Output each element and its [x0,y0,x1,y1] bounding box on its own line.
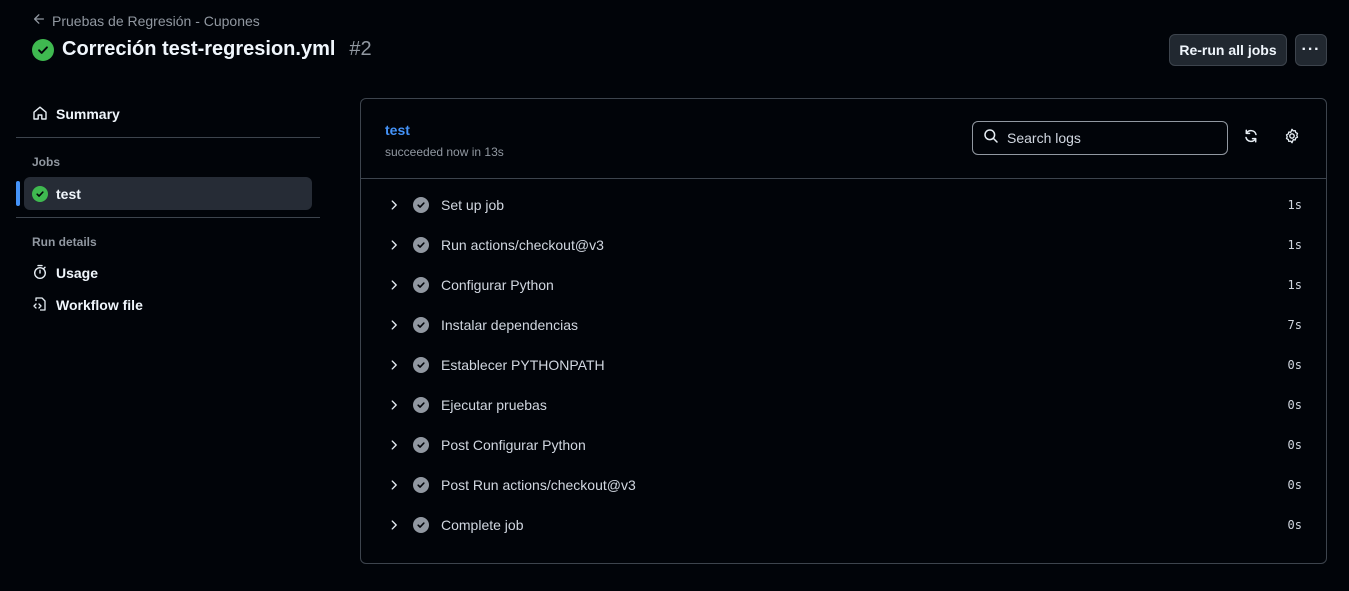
file-code-icon [32,296,48,315]
sync-icon [1243,128,1259,149]
job-step-row[interactable]: Configurar Python 1s [361,265,1326,305]
step-name: Post Run actions/checkout@v3 [441,477,636,493]
search-icon [983,128,999,149]
step-success-check-icon [413,397,429,413]
sidebar-item-label: test [56,185,81,202]
chevron-right-icon[interactable] [387,278,401,292]
chevron-right-icon[interactable] [387,318,401,332]
job-step-row[interactable]: Complete job 0s [361,505,1326,545]
settings-button[interactable] [1282,128,1302,148]
chevron-right-icon[interactable] [387,238,401,252]
sidebar-divider [16,217,320,218]
chevron-right-icon[interactable] [387,358,401,372]
step-name: Instalar dependencias [441,317,578,333]
step-success-check-icon [413,197,429,213]
home-icon [32,105,48,124]
sidebar-item-workflow-file[interactable]: Workflow file [16,289,320,321]
job-step-row[interactable]: Post Run actions/checkout@v3 0s [361,465,1326,505]
step-success-check-icon [413,437,429,453]
sidebar-item-summary[interactable]: Summary [16,98,320,130]
sidebar-item-label: Workflow file [56,297,143,313]
step-success-check-icon [413,357,429,373]
step-duration: 0s [1287,518,1302,532]
more-options-button[interactable]: ··· [1295,34,1327,66]
step-name: Post Configurar Python [441,437,586,453]
step-duration: 0s [1287,438,1302,452]
step-duration: 0s [1287,358,1302,372]
chevron-right-icon[interactable] [387,478,401,492]
step-success-check-icon [413,317,429,333]
job-panel: test succeeded now in 13s Set up [360,98,1327,564]
step-name: Complete job [441,517,524,533]
page-title: Correción test-regresion.yml [62,38,336,60]
rerun-all-jobs-button[interactable]: Re-run all jobs [1169,34,1287,66]
kebab-horizontal-icon: ··· [1301,41,1321,58]
page-title-row: Correción test-regresion.yml #2 [32,38,372,61]
jobs-heading: Jobs [32,155,61,169]
search-logs-field[interactable] [972,121,1228,155]
job-step-row[interactable]: Post Configurar Python 0s [361,425,1326,465]
chevron-right-icon[interactable] [387,518,401,532]
job-step-row[interactable]: Set up job 1s [361,185,1326,225]
step-name: Configurar Python [441,277,554,293]
gear-icon [1284,128,1300,149]
selected-indicator [16,181,20,206]
step-success-check-icon [413,517,429,533]
arrow-left-icon [32,12,46,29]
workflow-run-page: Pruebas de Regresión - Cupones Correción… [0,0,1349,591]
chevron-right-icon[interactable] [387,398,401,412]
chevron-right-icon[interactable] [387,438,401,452]
step-name: Establecer PYTHONPATH [441,357,605,373]
sidebar-item-usage[interactable]: Usage [16,257,320,289]
back-link[interactable]: Pruebas de Regresión - Cupones [32,12,260,29]
sidebar-divider [16,137,320,138]
step-duration: 0s [1287,398,1302,412]
run-details-heading: Run details [32,235,97,249]
step-duration: 0s [1287,478,1302,492]
sidebar: Summary Jobs test Run details Usage Work… [16,98,320,321]
back-link-label: Pruebas de Regresión - Cupones [52,12,260,29]
rerun-all-jobs-label: Re-run all jobs [1179,42,1277,58]
step-success-check-icon [413,237,429,253]
job-steps-list: Set up job 1s Run actions/checkout@v3 1s Con… [361,179,1326,545]
sidebar-item-label: Usage [56,265,99,281]
sidebar-item-label: Summary [56,106,120,122]
job-step-row[interactable]: Ejecutar pruebas 0s [361,385,1326,425]
chevron-right-icon[interactable] [387,198,401,212]
step-duration: 1s [1287,238,1302,252]
step-duration: 1s [1287,278,1302,292]
job-panel-header: test succeeded now in 13s [361,99,1326,179]
search-logs-input[interactable] [1007,130,1207,146]
step-name: Ejecutar pruebas [441,397,547,413]
sidebar-item-job-test[interactable]: test [16,177,312,210]
job-step-row[interactable]: Establecer PYTHONPATH 0s [361,345,1326,385]
success-check-icon [32,38,54,61]
step-name: Set up job [441,197,505,213]
job-title[interactable]: test [385,122,410,138]
stopwatch-icon [32,264,48,283]
job-step-row[interactable]: Instalar dependencias 7s [361,305,1326,345]
step-duration: 1s [1287,198,1302,212]
job-step-row[interactable]: Run actions/checkout@v3 1s [361,225,1326,265]
step-success-check-icon [413,277,429,293]
step-success-check-icon [413,477,429,493]
step-duration: 7s [1287,318,1302,332]
step-name: Run actions/checkout@v3 [441,237,604,253]
run-number: #2 [349,38,372,60]
job-status-text: succeeded now in 13s [385,145,504,159]
refresh-button[interactable] [1241,128,1261,148]
success-check-icon [32,185,48,202]
